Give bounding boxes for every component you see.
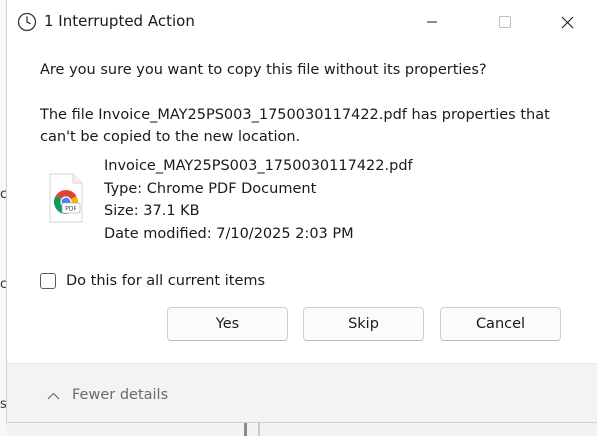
confirmation-question: Are you sure you want to copy this file … [40,62,487,78]
interrupted-action-dialog: 1 Interrupted Action Are you sure you wa… [6,0,597,423]
maximize-icon [499,16,511,28]
close-icon [561,16,573,28]
apply-to-all-checkbox[interactable] [40,273,56,289]
file-details: Invoice_MAY25PS003_1750030117422.pdf Typ… [104,155,413,245]
background-scrollbar-mark [244,423,247,436]
maximize-button [482,0,528,44]
fewer-details-toggle[interactable]: Fewer details [47,385,168,404]
chrome-pdf-file-icon: PDF [47,170,85,226]
apply-to-all-option[interactable]: Do this for all current items [40,273,265,289]
pdf-badge-text: PDF [65,206,77,213]
window-title: 1 Interrupted Action [44,12,195,30]
clock-icon [17,12,37,32]
title-bar[interactable]: 1 Interrupted Action [7,0,597,44]
minimize-icon [427,21,437,23]
file-type: Type: Chrome PDF Document [104,180,317,197]
yes-button[interactable]: Yes [167,307,288,341]
minimize-button[interactable] [409,0,455,44]
file-size: Size: 37.1 KB [104,203,200,219]
background-divider-mark [258,423,260,436]
fewer-details-label[interactable]: Fewer details [72,387,168,403]
skip-button[interactable]: Skip [303,307,424,341]
file-name: Invoice_MAY25PS003_1750030117422.pdf [104,158,413,174]
properties-explanation: The file Invoice_MAY25PS003_175003011742… [40,107,550,145]
chevron-up-icon [47,385,60,404]
dialog-footer: Fewer details [7,363,597,422]
close-button[interactable] [544,0,590,44]
file-date-modified: Date modified: 7/10/2025 2:03 PM [104,225,354,242]
apply-to-all-label[interactable]: Do this for all current items [66,273,265,289]
cancel-button[interactable]: Cancel [440,307,561,341]
